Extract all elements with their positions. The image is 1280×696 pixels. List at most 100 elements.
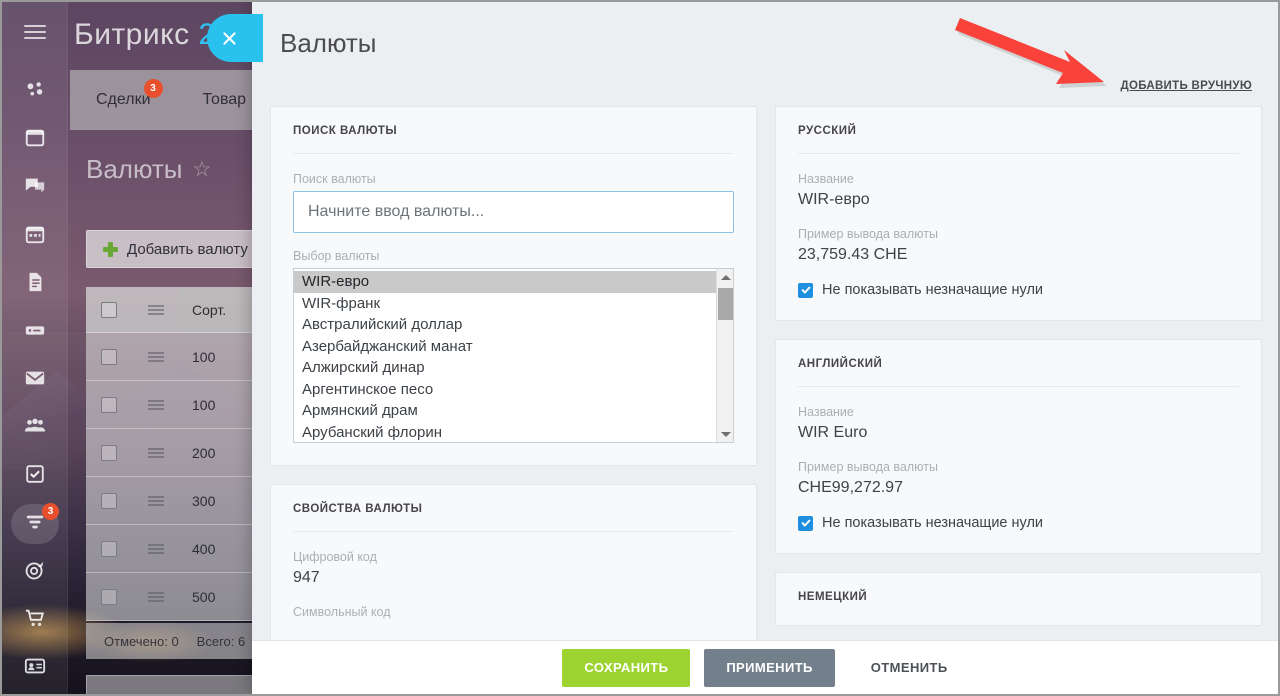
funnel-badge: 3 (42, 503, 59, 520)
tasks-icon (24, 127, 46, 154)
sidebar-item-contacts[interactable] (2, 644, 67, 692)
sidebar-item-tasks[interactable] (2, 116, 67, 164)
sidebar-item-live-feed[interactable] (2, 68, 67, 116)
row-checkbox[interactable] (86, 348, 132, 365)
close-icon (223, 31, 236, 45)
hide-trailing-zeros-checkbox-ru[interactable] (798, 282, 813, 298)
add-manually-link[interactable]: ДОБАВИТЬ ВРУЧНУЮ (1120, 80, 1252, 92)
check-icon (801, 519, 810, 527)
drag-handle-icon[interactable] (132, 350, 180, 364)
plus-icon (103, 241, 118, 257)
name-label-ru: Название (798, 172, 854, 186)
list-item[interactable]: Азербайджанский манат (294, 336, 716, 358)
name-label-en: Название (798, 405, 854, 419)
check-icon (801, 286, 810, 294)
language-card-english: АНГЛИЙСКИЙ Название WIR Euro Пример выво… (775, 339, 1262, 554)
add-currency-label: Добавить валюту (127, 240, 248, 258)
sidebar-item-documents[interactable] (2, 260, 67, 308)
grid-checked-count: Отмечено: 0 (104, 633, 179, 649)
page-title-text: Валюты (86, 154, 183, 184)
currency-listbox-items: WIR-евро WIR-франк Австралийский доллар … (294, 269, 716, 442)
currency-properties-card-title: СВОЙСТВА ВАЛЮТЫ (293, 503, 734, 532)
shop-icon (24, 607, 46, 634)
drag-handle-icon[interactable] (132, 542, 180, 556)
modal-header: Валюты ДОБАВИТЬ ВРУЧНУЮ (252, 2, 1278, 106)
sidebar-item-crm-funnel[interactable]: 3 (2, 500, 67, 548)
list-item[interactable]: Армянский драм (294, 400, 716, 422)
sidebar-item-shop[interactable] (2, 596, 67, 644)
tab-deals[interactable]: Сделки 3 (70, 79, 177, 109)
screenshot-root: 3 Битрикс Сделки 3 Товар Валюты ☆ Добави… (0, 0, 1280, 696)
row-checkbox[interactable] (86, 396, 132, 413)
modal-title: Валюты (280, 28, 377, 58)
page-title: Валюты ☆ (86, 154, 211, 185)
close-slider-button[interactable] (207, 14, 263, 62)
format-label-en: Пример вывода валюты (798, 460, 938, 474)
sidebar-item-groups[interactable] (2, 404, 67, 452)
row-checkbox[interactable] (86, 444, 132, 461)
menu-button[interactable] (2, 2, 67, 62)
drag-handle-icon[interactable] (132, 590, 180, 604)
numeric-code-label: Цифровой код (293, 550, 377, 564)
list-settings-icon (148, 303, 164, 317)
marketing-icon (24, 559, 46, 586)
language-card-english-title: АНГЛИЙСКИЙ (798, 358, 1239, 387)
list-item[interactable]: Арубанский флорин (294, 422, 716, 443)
hide-trailing-zeros-row-ru[interactable]: Не показывать незначащие нули (798, 282, 1239, 298)
sidebar-item-mail[interactable] (2, 356, 67, 404)
scrollbar-thumb[interactable] (718, 288, 733, 320)
contacts-icon (24, 655, 46, 682)
crm-tasks-icon (24, 463, 46, 490)
list-item[interactable]: Австралийский доллар (294, 314, 716, 336)
apply-button[interactable]: ПРИМЕНИТЬ (704, 648, 835, 687)
list-item[interactable]: Аргентинское песо (294, 379, 716, 401)
currency-listbox[interactable]: WIR-евро WIR-франк Австралийский доллар … (293, 268, 734, 443)
star-icon[interactable]: ☆ (193, 157, 212, 182)
language-card-german-title: НЕМЕЦКИЙ (798, 591, 868, 603)
drive-icon (24, 319, 46, 346)
documents-icon (24, 271, 46, 298)
hide-trailing-zeros-checkbox-en[interactable] (798, 515, 813, 531)
hide-trailing-zeros-row-en[interactable]: Не показывать незначащие нули (798, 515, 1239, 531)
grid-total-count: Всего: 6 (196, 633, 246, 649)
drag-handle-icon[interactable] (132, 446, 180, 460)
currency-listbox-scrollbar[interactable] (716, 269, 733, 442)
sidebar-item-crm-tasks[interactable] (2, 452, 67, 500)
cancel-button[interactable]: ОТМЕНИТЬ (849, 649, 970, 687)
currency-search-input[interactable] (293, 191, 734, 233)
format-value-en: CHE99,272.97 (798, 479, 903, 496)
row-checkbox[interactable] (86, 588, 132, 605)
list-item[interactable]: WIR-франк (294, 293, 716, 315)
row-checkbox[interactable] (86, 540, 132, 557)
symbol-code-label: Символьный код (293, 605, 391, 619)
scroll-down-icon[interactable] (717, 426, 733, 442)
scroll-up-icon[interactable] (717, 269, 733, 285)
grid-settings-icon[interactable] (132, 303, 180, 317)
select-all-checkbox[interactable] (86, 301, 132, 318)
name-value-en: WIR Euro (798, 424, 868, 441)
currency-slider-panel: Валюты ДОБАВИТЬ ВРУЧНУЮ ПОИСК ВАЛЮТЫ Пои… (252, 2, 1278, 694)
row-checkbox[interactable] (86, 492, 132, 509)
sidebar-item-drive[interactable] (2, 308, 67, 356)
sidebar-item-calendar[interactable] (2, 212, 67, 260)
tab-deals-badge: 3 (143, 79, 163, 98)
right-column: РУССКИЙ Название WIR-евро Пример вывода … (775, 106, 1262, 640)
search-field-label: Поиск валюты (293, 172, 376, 186)
sidebar-item-marketing[interactable] (2, 548, 67, 596)
format-label-ru: Пример вывода валюты (798, 227, 938, 241)
calendar-icon (24, 223, 46, 250)
sidebar-item-chat[interactable] (2, 164, 67, 212)
sidebar-item-bot[interactable] (2, 692, 67, 694)
drag-handle-icon[interactable] (132, 494, 180, 508)
hide-trailing-zeros-label-ru: Не показывать незначащие нули (822, 282, 1044, 298)
list-item[interactable]: WIR-евро (294, 271, 716, 293)
language-card-russian: РУССКИЙ Название WIR-евро Пример вывода … (775, 106, 1262, 321)
hide-trailing-zeros-label-en: Не показывать незначащие нули (822, 515, 1044, 531)
save-button[interactable]: СОХРАНИТЬ (562, 648, 691, 687)
add-currency-button[interactable]: Добавить валюту (86, 230, 265, 268)
currency-properties-card: СВОЙСТВА ВАЛЮТЫ Цифровой код 947 Символь… (270, 484, 757, 647)
chat-icon (24, 175, 46, 202)
list-item[interactable]: Алжирский динар (294, 357, 716, 379)
left-column: ПОИСК ВАЛЮТЫ Поиск валюты Выбор валюты W… (270, 106, 757, 647)
drag-handle-icon[interactable] (132, 398, 180, 412)
